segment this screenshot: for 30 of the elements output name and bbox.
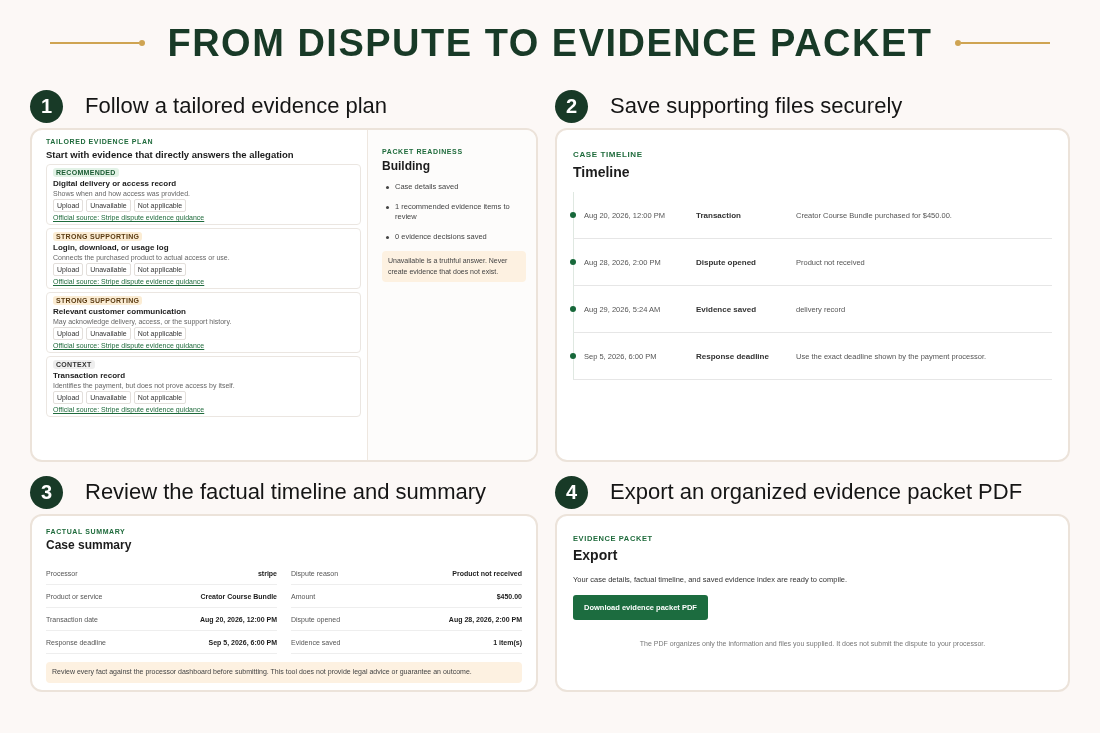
timeline-dot-icon (570, 353, 576, 359)
event-label: Dispute opened (696, 257, 757, 267)
step-heading: Export an organized evidence packet PDF (610, 479, 1023, 505)
step-number: 4 (555, 475, 588, 509)
timeline-dot-icon (570, 259, 576, 265)
step-heading: Save supporting files securely (610, 93, 903, 119)
item-title: Login, download, or usage log (53, 243, 169, 252)
step-number: 1 (30, 89, 63, 123)
card-title: Start with evidence that directly answers the allegation (46, 149, 295, 160)
item-title: Transaction record (53, 371, 126, 380)
bullet-icon (386, 186, 389, 189)
step-heading: Review the factual timeline and summary (85, 479, 487, 505)
step-number: 3 (30, 475, 63, 509)
bullet-icon (386, 235, 389, 239)
item-title: Digital delivery or access record (53, 179, 177, 188)
page-title: FROM DISPUTE TO EVIDENCE PACKET (167, 21, 933, 65)
status-title: Building (382, 159, 431, 173)
event-label: Response deadline (696, 351, 770, 361)
event-label: Evidence saved (696, 304, 758, 314)
step-heading: Follow a tailored evidence plan (85, 93, 388, 119)
card-title: Export (573, 547, 618, 563)
timeline-dot-icon (570, 212, 576, 218)
item-title: Relevant customer communication (53, 307, 186, 316)
card-title: Timeline (573, 164, 631, 180)
eyebrow-label: CASE TIMELINE (573, 150, 644, 159)
bullet-icon (386, 205, 389, 209)
card-title: Case summary (46, 538, 133, 552)
step-number: 2 (555, 89, 588, 123)
timeline-dot-icon (570, 306, 576, 312)
event-label: Transaction (696, 210, 742, 220)
